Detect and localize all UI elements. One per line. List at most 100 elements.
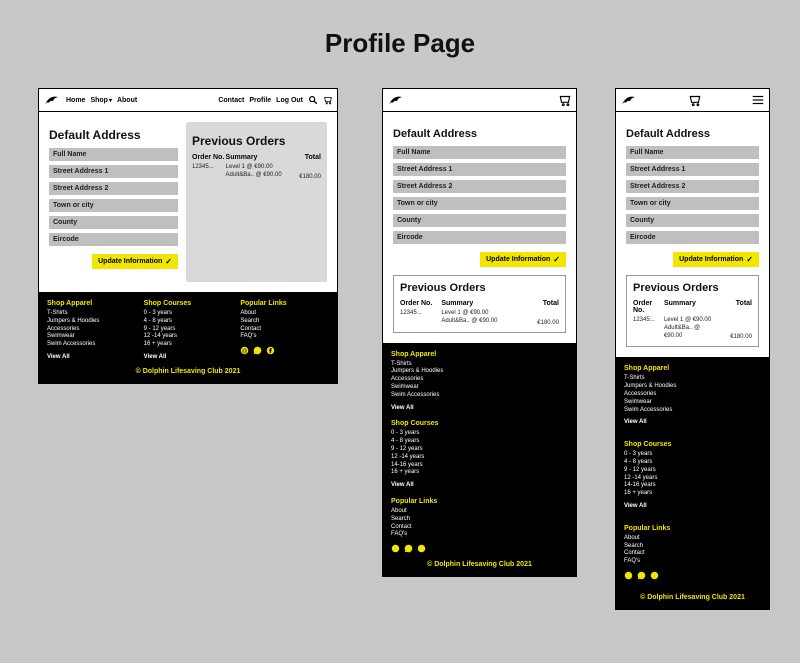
footer-link[interactable]: T-Shirts — [391, 361, 476, 369]
facebook-icon[interactable] — [650, 571, 659, 582]
eircode-field[interactable]: Eircode — [393, 231, 566, 244]
facebook-icon[interactable] — [266, 346, 275, 357]
footer-viewall[interactable]: View All — [391, 482, 476, 490]
footer-link[interactable]: Swimwear — [624, 399, 761, 407]
navbar — [616, 89, 769, 112]
footer-link[interactable]: 9 - 12 years — [624, 467, 761, 475]
nav-profile[interactable]: Profile — [249, 97, 271, 104]
county-field[interactable]: County — [393, 214, 566, 227]
nav-about[interactable]: About — [117, 97, 137, 104]
footer-link[interactable]: 9 - 12 years — [144, 326, 233, 334]
street1-field[interactable]: Street Address 1 — [49, 165, 178, 178]
town-field[interactable]: Town or city — [626, 197, 759, 210]
footer-link[interactable]: 0 - 3 years — [624, 451, 761, 459]
footer-link[interactable]: 4 - 8 years — [144, 318, 233, 326]
footer-link[interactable]: 14-16 years — [391, 462, 476, 470]
footer-link[interactable]: Swim Accessories — [624, 407, 761, 415]
footer-link[interactable]: 14-16 years — [624, 482, 761, 490]
street2-field[interactable]: Street Address 2 — [49, 182, 178, 195]
footer-link[interactable]: Swim Accessories — [391, 392, 476, 400]
whatsapp-icon[interactable] — [637, 571, 646, 582]
table-row[interactable]: 12345... Level 1 @ €90.00Adult&Ba.. @ €9… — [633, 317, 752, 340]
footer-link[interactable]: About — [624, 535, 761, 543]
footer-link[interactable]: 0 - 3 years — [391, 430, 476, 438]
footer-link[interactable]: 9 - 12 years — [391, 446, 476, 454]
town-field[interactable]: Town or city — [393, 197, 566, 210]
footer-link[interactable]: 12 -14 years — [391, 454, 476, 462]
fullname-field[interactable]: Full Name — [393, 146, 566, 159]
footer-link[interactable]: Search — [624, 543, 761, 551]
eircode-field[interactable]: Eircode — [626, 231, 759, 244]
footer-link[interactable]: Swimwear — [391, 384, 476, 392]
footer-viewall[interactable]: View All — [624, 503, 761, 511]
facebook-icon[interactable] — [417, 544, 426, 555]
fullname-field[interactable]: Full Name — [626, 146, 759, 159]
nav-shop[interactable]: Shop▾ — [90, 97, 112, 104]
footer-link[interactable]: Search — [391, 516, 476, 524]
footer-link[interactable]: FAQ's — [624, 558, 761, 566]
footer-viewall[interactable]: View All — [624, 419, 761, 427]
table-row[interactable]: 12345... Level 1 @ €90.00Adult&Ba.. @ €9… — [400, 310, 559, 326]
nav-home[interactable]: Home — [66, 97, 85, 104]
footer-link[interactable]: Jumpers & Hoodies — [624, 383, 761, 391]
email-icon[interactable] — [391, 544, 400, 555]
footer-link[interactable]: 16 + years — [624, 490, 761, 498]
cart-icon[interactable] — [688, 93, 702, 107]
address-section: Default Address Full Name Street Address… — [49, 122, 178, 282]
footer-link[interactable]: FAQ's — [391, 531, 476, 539]
table-row[interactable]: 12345... Level 1 @ €90.00Adult&Ba.. @ €9… — [192, 164, 321, 180]
footer-link[interactable]: 12 -14 years — [624, 475, 761, 483]
orders-heading: Previous Orders — [192, 134, 321, 148]
footer-link[interactable]: Accessories — [391, 376, 476, 384]
footer-link[interactable]: Contact — [624, 550, 761, 558]
footer-link[interactable]: T-Shirts — [624, 375, 761, 383]
update-info-button[interactable]: Update Information✓ — [92, 254, 178, 269]
footer-link[interactable]: 16 + years — [391, 469, 476, 477]
footer-viewall[interactable]: View All — [47, 354, 136, 362]
footer-link[interactable]: Jumpers & Hoodies — [391, 368, 476, 376]
footer-link[interactable]: 12 -14 years — [144, 333, 233, 341]
street2-field[interactable]: Street Address 2 — [626, 180, 759, 193]
footer-viewall[interactable]: View All — [144, 354, 233, 362]
cart-icon[interactable] — [558, 93, 572, 107]
county-field[interactable]: County — [49, 216, 178, 229]
nav-contact[interactable]: Contact — [218, 97, 244, 104]
fullname-field[interactable]: Full Name — [49, 148, 178, 161]
footer-link[interactable]: Contact — [240, 326, 329, 334]
footer-link[interactable]: About — [391, 508, 476, 516]
footer-link[interactable]: Accessories — [624, 391, 761, 399]
footer-link[interactable]: 16 + years — [144, 341, 233, 349]
footer-link[interactable]: Jumpers & Hoodies — [47, 318, 136, 326]
town-field[interactable]: Town or city — [49, 199, 178, 212]
footer-link[interactable]: Accessories — [47, 326, 136, 334]
nav-logout[interactable]: Log Out — [276, 97, 303, 104]
eircode-field[interactable]: Eircode — [49, 233, 178, 246]
street1-field[interactable]: Street Address 1 — [393, 163, 566, 176]
footer-link[interactable]: About — [240, 310, 329, 318]
email-icon[interactable] — [624, 571, 633, 582]
whatsapp-icon[interactable] — [253, 346, 262, 357]
footer-link[interactable]: Search — [240, 318, 329, 326]
update-info-button[interactable]: Update Information✓ — [480, 252, 566, 267]
footer-link[interactable]: FAQ's — [240, 333, 329, 341]
footer-link[interactable]: Swim Accessories — [47, 341, 136, 349]
orders-heading: Previous Orders — [633, 282, 752, 294]
footer-viewall[interactable]: View All — [391, 405, 476, 413]
whatsapp-icon[interactable] — [404, 544, 413, 555]
footer-link[interactable]: 0 - 3 years — [144, 310, 233, 318]
footer-link[interactable]: Swimwear — [47, 333, 136, 341]
county-field[interactable]: County — [626, 214, 759, 227]
search-icon[interactable] — [308, 95, 318, 105]
street2-field[interactable]: Street Address 2 — [393, 180, 566, 193]
footer-link[interactable]: T-Shirts — [47, 310, 136, 318]
street1-field[interactable]: Street Address 1 — [626, 163, 759, 176]
cart-icon[interactable] — [323, 95, 333, 105]
menu-icon[interactable] — [751, 93, 765, 107]
footer-copyright: © Dolphin Lifesaving Club 2021 — [391, 561, 568, 568]
update-info-button[interactable]: Update Information✓ — [673, 252, 759, 267]
footer-link[interactable]: Contact — [391, 524, 476, 532]
footer-link[interactable]: 4 - 8 years — [624, 459, 761, 467]
email-icon[interactable]: @ — [240, 346, 249, 357]
previous-orders-panel: Previous Orders Order No. Summary Total … — [186, 122, 327, 282]
footer-link[interactable]: 4 - 8 years — [391, 438, 476, 446]
